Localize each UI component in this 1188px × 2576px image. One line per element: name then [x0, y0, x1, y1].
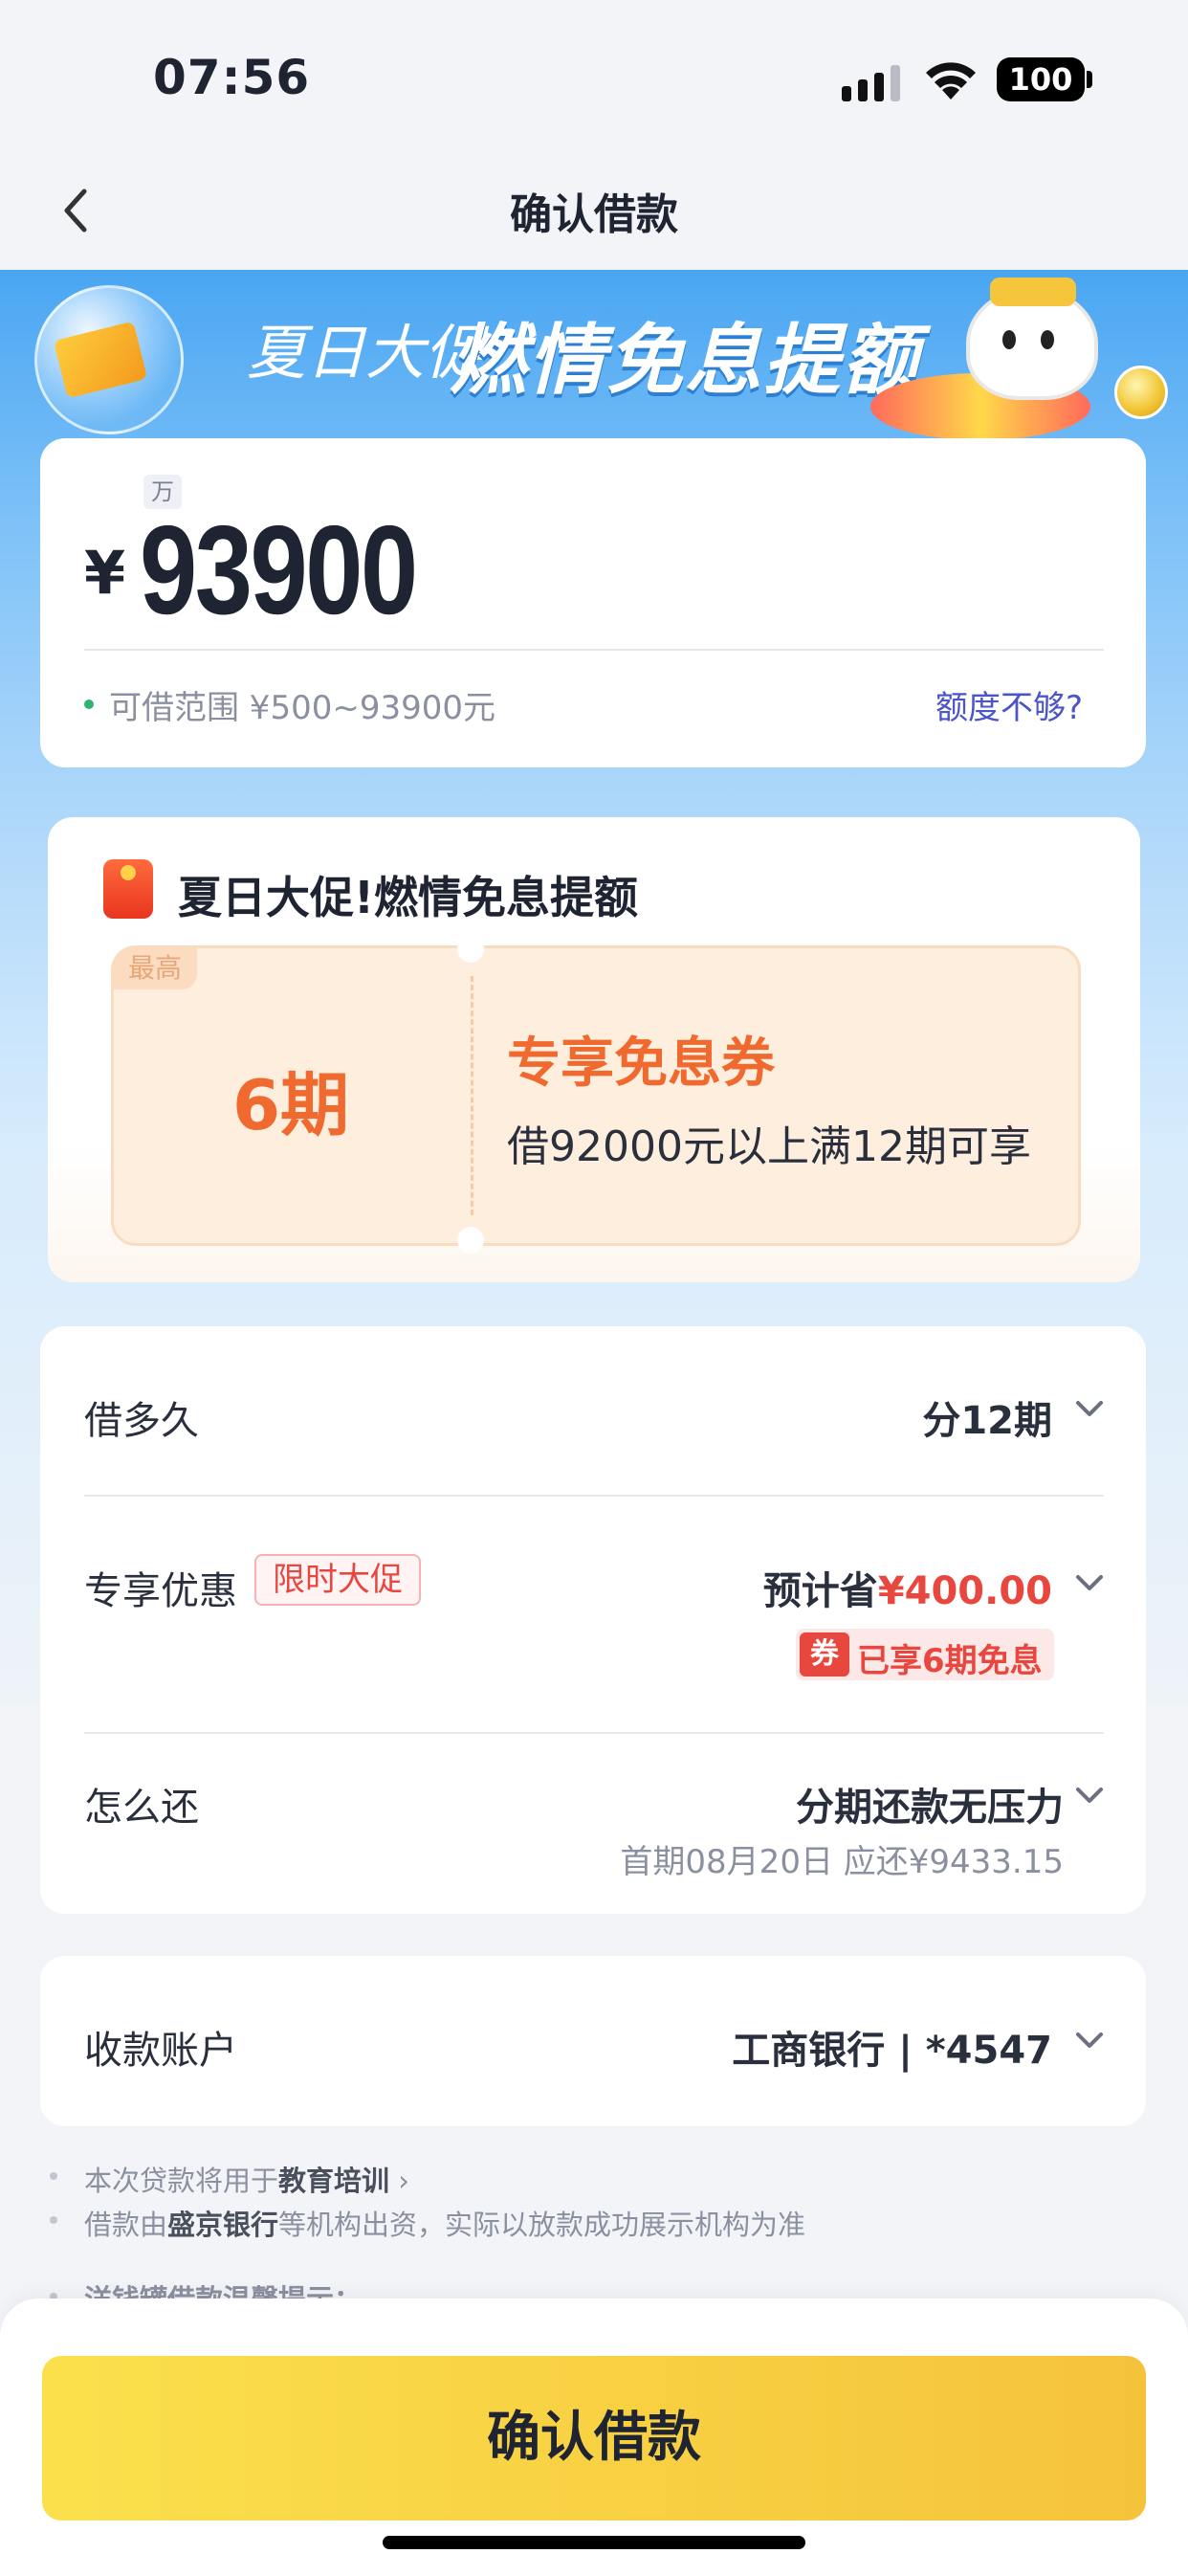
chevron-down-icon[interactable] — [1075, 1573, 1104, 1592]
currency-symbol: ¥ — [84, 538, 126, 608]
first-payment-info: 首期08月20日 应还¥9433.15 — [620, 1843, 1064, 1881]
home-indicator — [383, 2536, 805, 2549]
ticket-notch — [457, 936, 484, 963]
repay-select[interactable]: 分期还款无压力 — [574, 1776, 1064, 1832]
mascot-eye — [1002, 330, 1016, 349]
coupon-description: 借92000元以上满12期可享 — [507, 1122, 1031, 1171]
red-envelope-seal — [121, 865, 136, 880]
free-periods: 6期 — [231, 1065, 350, 1145]
term-select[interactable]: 分12期 — [670, 1389, 1052, 1445]
discount-prefix: 预计省 — [762, 1569, 878, 1613]
purpose-value: 教育培训 — [278, 2165, 390, 2197]
battery-tip — [1087, 71, 1092, 88]
battery-icon: 100 — [997, 57, 1085, 101]
promo-title: 夏日大促!燃情免息提额 — [178, 872, 638, 923]
chevron-down-icon[interactable] — [1075, 2031, 1104, 2050]
funder-note: 借款由盛京银行等机构出资，实际以放款成功展示机构为准 — [84, 2203, 805, 2243]
chevron-down-icon[interactable] — [1075, 1399, 1104, 1418]
account-label: 收款账户 — [84, 2029, 237, 2073]
funder-bank: 盛京银行 — [167, 2209, 279, 2241]
mascot-eye — [1041, 330, 1054, 349]
term-label: 借多久 — [84, 1399, 199, 1443]
row-divider — [84, 1495, 1104, 1497]
loan-purpose-note[interactable]: 本次贷款将用于教育培训 › — [84, 2159, 409, 2199]
max-badge: 最高 — [113, 947, 197, 989]
coupon-applied-text: 已享6期免息 — [857, 1642, 1043, 1680]
ticket-notch — [457, 1227, 484, 1254]
status-time: 07:56 — [153, 50, 311, 105]
discount-select[interactable]: 预计省¥400.00 — [574, 1560, 1052, 1615]
bullet — [50, 2172, 57, 2180]
amount-underline — [84, 649, 1104, 651]
cellular-signal-icon — [842, 65, 900, 101]
row-divider — [84, 1732, 1104, 1734]
page-title: 确认借款 — [510, 190, 678, 239]
coupon-tag-icon: 券 — [800, 1632, 849, 1677]
banner-headline: 燃情免息提额 — [450, 316, 920, 405]
funder-suffix: 等机构出资，实际以放款成功展示机构为准 — [278, 2209, 806, 2241]
coupon-name: 专享免息券 — [507, 1033, 775, 1095]
mascot-hat — [990, 278, 1076, 306]
limited-time-tag: 限时大促 — [254, 1554, 421, 1606]
discount-amount: ¥400.00 — [877, 1569, 1052, 1613]
confirm-loan-button[interactable]: 确认借款 — [42, 2356, 1146, 2520]
account-select[interactable]: 工商银行 | *4547 — [574, 2019, 1052, 2075]
discount-label: 专享优惠 — [84, 1569, 237, 1613]
borrow-range: 可借范围 ¥500~93900元 — [109, 689, 495, 727]
range-dot — [84, 700, 94, 709]
credit-not-enough-link[interactable]: 额度不够? — [935, 681, 1083, 728]
loan-amount-input[interactable]: 93900 — [140, 498, 418, 642]
banner-summer-sale: 夏日大促 — [247, 318, 485, 388]
repay-label: 怎么还 — [84, 1786, 199, 1830]
funder-prefix: 借款由 — [84, 2209, 168, 2241]
wifi-icon — [926, 62, 976, 100]
ticket-divider — [471, 976, 473, 1215]
coin-icon — [1114, 366, 1168, 419]
chevron-right-icon: › — [389, 2165, 409, 2197]
bullet — [50, 2216, 57, 2224]
purpose-prefix: 本次贷款将用于 — [84, 2165, 279, 2197]
chevron-down-icon[interactable] — [1075, 1786, 1104, 1805]
